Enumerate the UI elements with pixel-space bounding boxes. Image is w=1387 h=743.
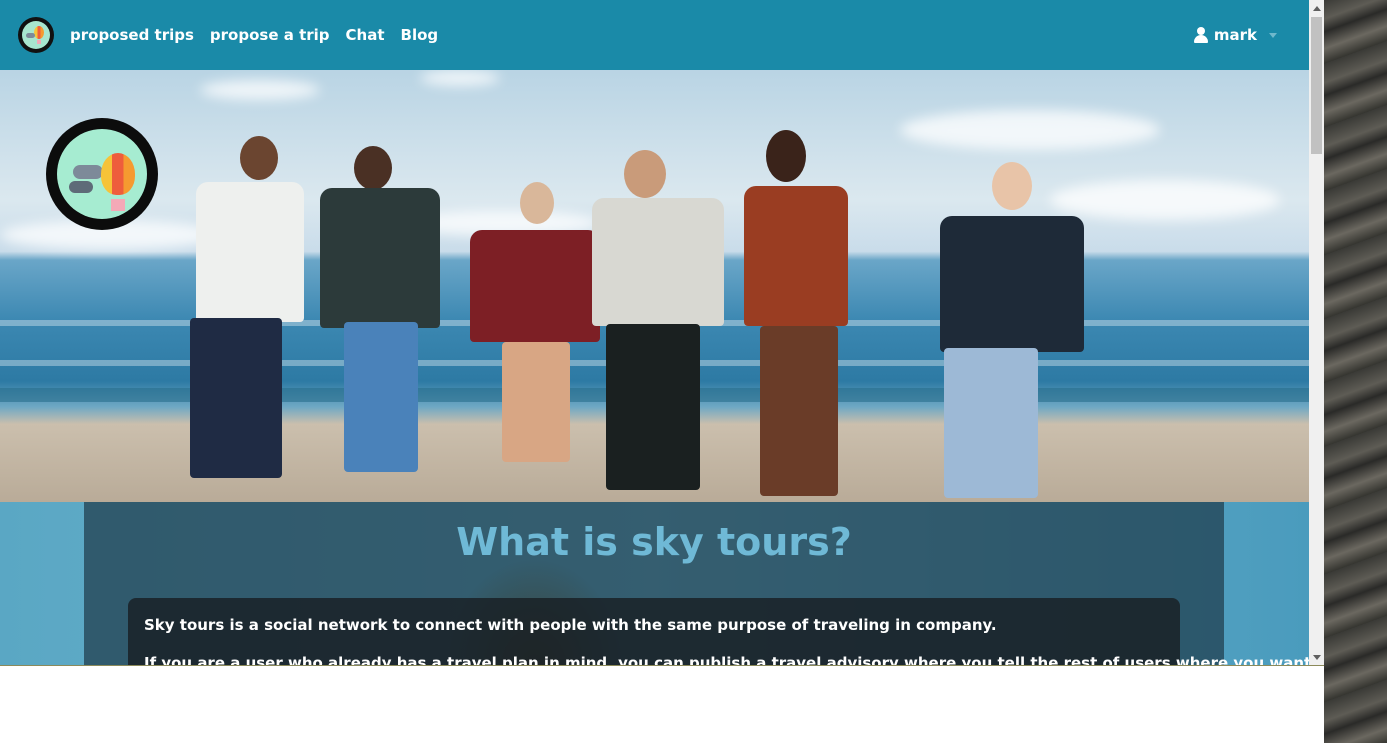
about-paragraph: If you are a user who already has a trav… (144, 654, 1309, 665)
chevron-up-icon (1312, 5, 1321, 11)
about-text-box: Sky tours is a social network to connect… (128, 598, 1309, 665)
about-section: What is sky tours? Sky tours is a social… (0, 502, 1309, 665)
browser-viewport: proposed trips propose a trip Chat Blog … (0, 0, 1309, 665)
user-icon (1193, 27, 1208, 43)
scrollbar-thumb[interactable] (1311, 17, 1322, 154)
nav-link-blog[interactable]: Blog (401, 26, 439, 44)
nav-link-propose-a-trip[interactable]: propose a trip (210, 26, 330, 44)
user-name: mark (1213, 26, 1257, 44)
about-paragraph: Sky tours is a social network to connect… (144, 616, 997, 634)
nav-link-proposed-trips[interactable]: proposed trips (70, 26, 194, 44)
about-title: What is sky tours? (456, 520, 852, 564)
chevron-down-icon (1312, 654, 1321, 660)
hero-image (0, 70, 1309, 502)
vertical-scrollbar[interactable] (1309, 0, 1324, 665)
site-logo[interactable] (18, 17, 54, 53)
user-menu-dropdown[interactable]: mark (1193, 0, 1277, 70)
nav-links: proposed trips propose a trip Chat Blog (70, 26, 438, 44)
about-card: What is sky tours? Sky tours is a social… (84, 502, 1309, 665)
desktop-background (1324, 0, 1387, 743)
hero-logo (46, 118, 158, 230)
blank-area (0, 665, 1324, 743)
scroll-up-button[interactable] (1309, 0, 1324, 16)
hot-air-balloon-icon (22, 21, 50, 49)
scroll-down-button[interactable] (1309, 649, 1324, 665)
top-navbar: proposed trips propose a trip Chat Blog … (0, 0, 1309, 70)
nav-link-chat[interactable]: Chat (346, 26, 385, 44)
chevron-down-icon (1269, 32, 1277, 38)
hot-air-balloon-icon (57, 129, 147, 219)
